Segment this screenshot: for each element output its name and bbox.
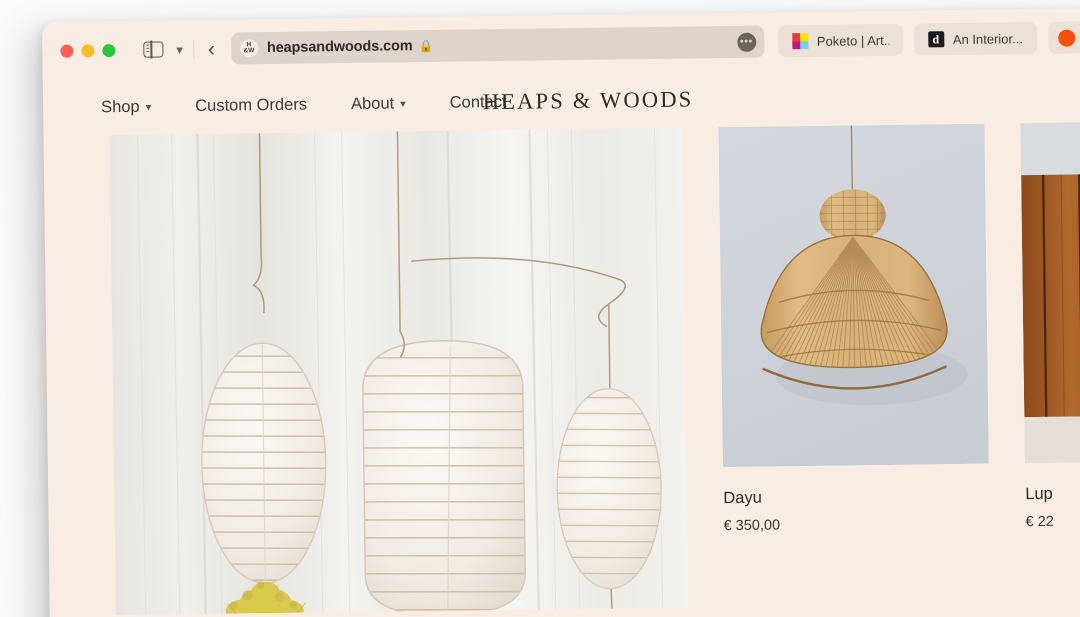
orange-circle-favicon [1057,28,1076,47]
tab-poketo[interactable]: Poketo | Art... [777,23,904,58]
product-image[interactable] [718,123,989,468]
nav-label: Custom Orders [195,95,308,115]
screen: ▾ ‹ H &W heapsandwoods.com 🔒 ••• Poketo … [0,0,1080,617]
chevron-down-icon: ▾ [145,101,152,114]
chevron-down-icon: ▾ [400,97,406,110]
hero-image[interactable] [109,127,689,616]
letter-d-favicon: d [927,31,944,48]
product-price: € 22 [1025,513,1054,531]
nav-item-shop[interactable]: Shop ▾ [101,97,151,117]
product-title[interactable]: Dayu [723,486,989,508]
product-grid: Dayu € 350,00 Lup € 22 [43,122,1080,616]
more-icon: ••• [739,35,753,48]
product-title[interactable]: Lup [1025,484,1080,504]
favicon-bottom-text: &W [243,47,255,55]
product-price: € 350,00 [723,517,781,535]
nav-label: Shop [100,97,140,116]
url-text: heapsandwoods.com [266,38,413,57]
sidebar-toggle-button[interactable] [143,41,164,58]
maximize-window-button[interactable] [102,43,116,57]
close-window-button[interactable] [60,44,74,58]
back-button[interactable]: ‹ [208,37,215,60]
nav-label: About [350,93,395,113]
main-navigation: Shop ▾ Custom Orders About ▾ Contact [101,92,507,116]
tab-partial[interactable] [1047,21,1080,54]
sidebar-icon [143,41,164,58]
tab-strip: Poketo | Art... d An Interior... [777,21,1080,58]
nav-item-contact[interactable]: Contact [450,92,507,112]
product-card-dayu[interactable]: Dayu € 350,00 [718,123,990,607]
address-bar[interactable]: H &W heapsandwoods.com 🔒 ••• [230,25,765,65]
site-favicon: H &W [239,39,259,58]
toolbar-divider [192,40,195,59]
product-image[interactable] [1020,122,1080,464]
lock-icon: 🔒 [418,38,434,54]
tab-label: Poketo | Art... [816,32,889,49]
tab-label: An Interior... [952,30,1024,47]
page-menu-button[interactable]: ••• [736,32,756,52]
nav-item-custom-orders[interactable]: Custom Orders [195,95,307,115]
nav-item-about[interactable]: About ▾ [351,94,406,114]
color-grid-favicon [791,32,808,50]
chevron-down-icon[interactable]: ▾ [176,42,183,57]
product-card-lup[interactable]: Lup € 22 [1020,122,1080,603]
tab-an-interior[interactable]: d An Interior... [913,21,1038,56]
browser-window: ▾ ‹ H &W heapsandwoods.com 🔒 ••• Poketo … [42,7,1080,617]
minimize-window-button[interactable] [81,43,95,57]
nav-label: Contact [449,92,507,112]
window-controls [60,43,116,58]
